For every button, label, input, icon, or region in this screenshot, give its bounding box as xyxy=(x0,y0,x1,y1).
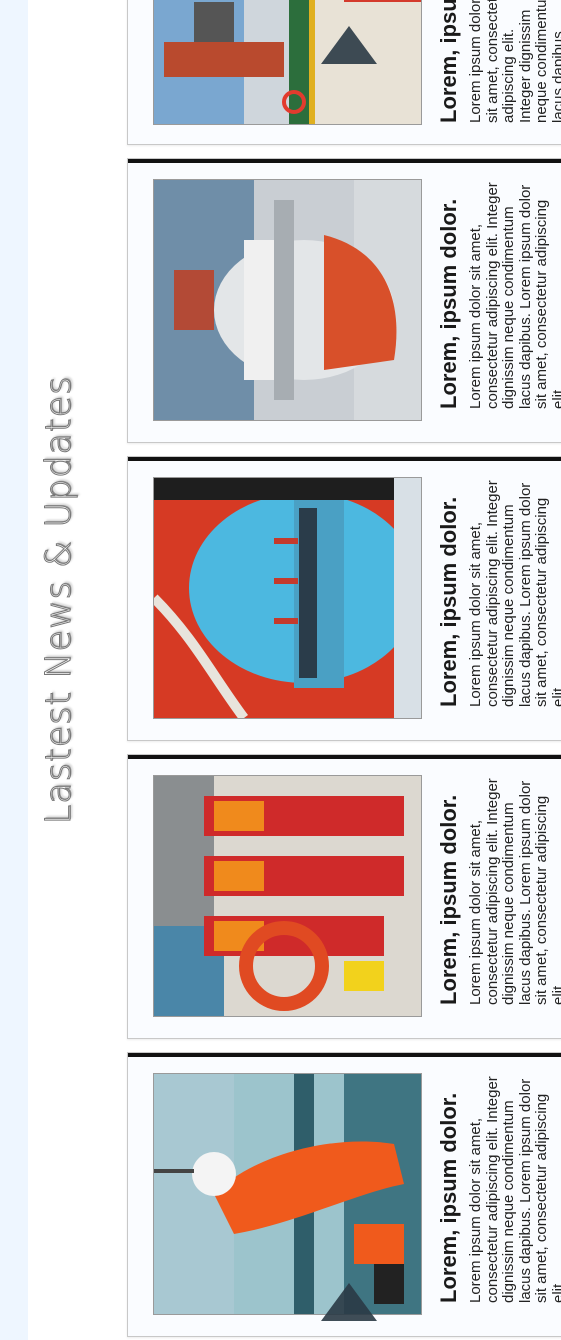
news-card-text: Lorem, ipsum dolor. Lorem ipsum dolor si… xyxy=(428,775,561,1005)
news-card-body: Lorem ipsum dolor sit amet, consectetur … xyxy=(467,1076,561,1303)
news-card[interactable]: Lorem, ipsum dolor. Lorem ipsum dolor si… xyxy=(127,158,561,443)
news-card-body: Lorem ipsum dolor sit amet, consectetur … xyxy=(467,182,561,409)
news-card-photo[interactable] xyxy=(153,1073,422,1315)
news-card-heading: Lorem, ipsum dolor. xyxy=(436,0,461,123)
news-card[interactable]: Lorem, ipsum dolor. Lorem ipsum dolor si… xyxy=(127,754,561,1039)
play-triangle-icon[interactable] xyxy=(321,26,377,64)
card-top-rule xyxy=(128,159,561,163)
news-card-text: Lorem, ipsum dolor. Lorem ipsum dolor si… xyxy=(428,179,561,409)
news-card-photo[interactable] xyxy=(153,179,422,421)
card-top-rule xyxy=(128,755,561,759)
survival-suits-image xyxy=(154,776,421,1016)
news-card-body: Lorem ipsum dolor sit amet, consectetur … xyxy=(467,0,561,123)
section-title: Lastest News & Updates xyxy=(39,375,80,825)
news-card-photo[interactable] xyxy=(153,775,422,1017)
lifeboat-image xyxy=(154,180,421,420)
news-card-text: Lorem, ipsum dolor. Lorem ipsum dolor si… xyxy=(428,0,561,123)
news-card-text: Lorem, ipsum dolor. Lorem ipsum dolor si… xyxy=(428,477,561,707)
news-card[interactable]: Lorem, ipsum dolor. Lorem ipsum dolor si… xyxy=(127,1052,561,1337)
news-card[interactable]: Lorem, ipsum dolor. Lorem ipsum dolor si… xyxy=(127,0,561,145)
card-top-rule xyxy=(128,457,561,461)
news-card-heading: Lorem, ipsum dolor. xyxy=(436,794,461,1005)
news-card-heading: Lorem, ipsum dolor. xyxy=(436,198,461,409)
play-triangle-icon[interactable] xyxy=(321,1283,377,1321)
ship-deck-image xyxy=(154,0,421,124)
news-card[interactable]: Lorem, ipsum dolor. Lorem ipsum dolor si… xyxy=(127,456,561,741)
news-card-text: Lorem, ipsum dolor. Lorem ipsum dolor si… xyxy=(428,1073,561,1303)
section-title-container: Lastest News & Updates xyxy=(34,355,84,845)
news-card-heading: Lorem, ipsum dolor. xyxy=(436,496,461,707)
rescue-image xyxy=(154,1074,421,1314)
left-margin-strip xyxy=(0,0,28,1340)
news-card-photo[interactable] xyxy=(153,477,422,719)
news-card-body: Lorem ipsum dolor sit amet, consectetur … xyxy=(467,778,561,1005)
news-card-heading: Lorem, ipsum dolor. xyxy=(436,1092,461,1303)
porthole-image xyxy=(154,478,421,718)
news-card-body: Lorem ipsum dolor sit amet, consectetur … xyxy=(467,480,561,707)
card-top-rule xyxy=(128,1053,561,1057)
news-card-photo[interactable] xyxy=(153,0,422,125)
